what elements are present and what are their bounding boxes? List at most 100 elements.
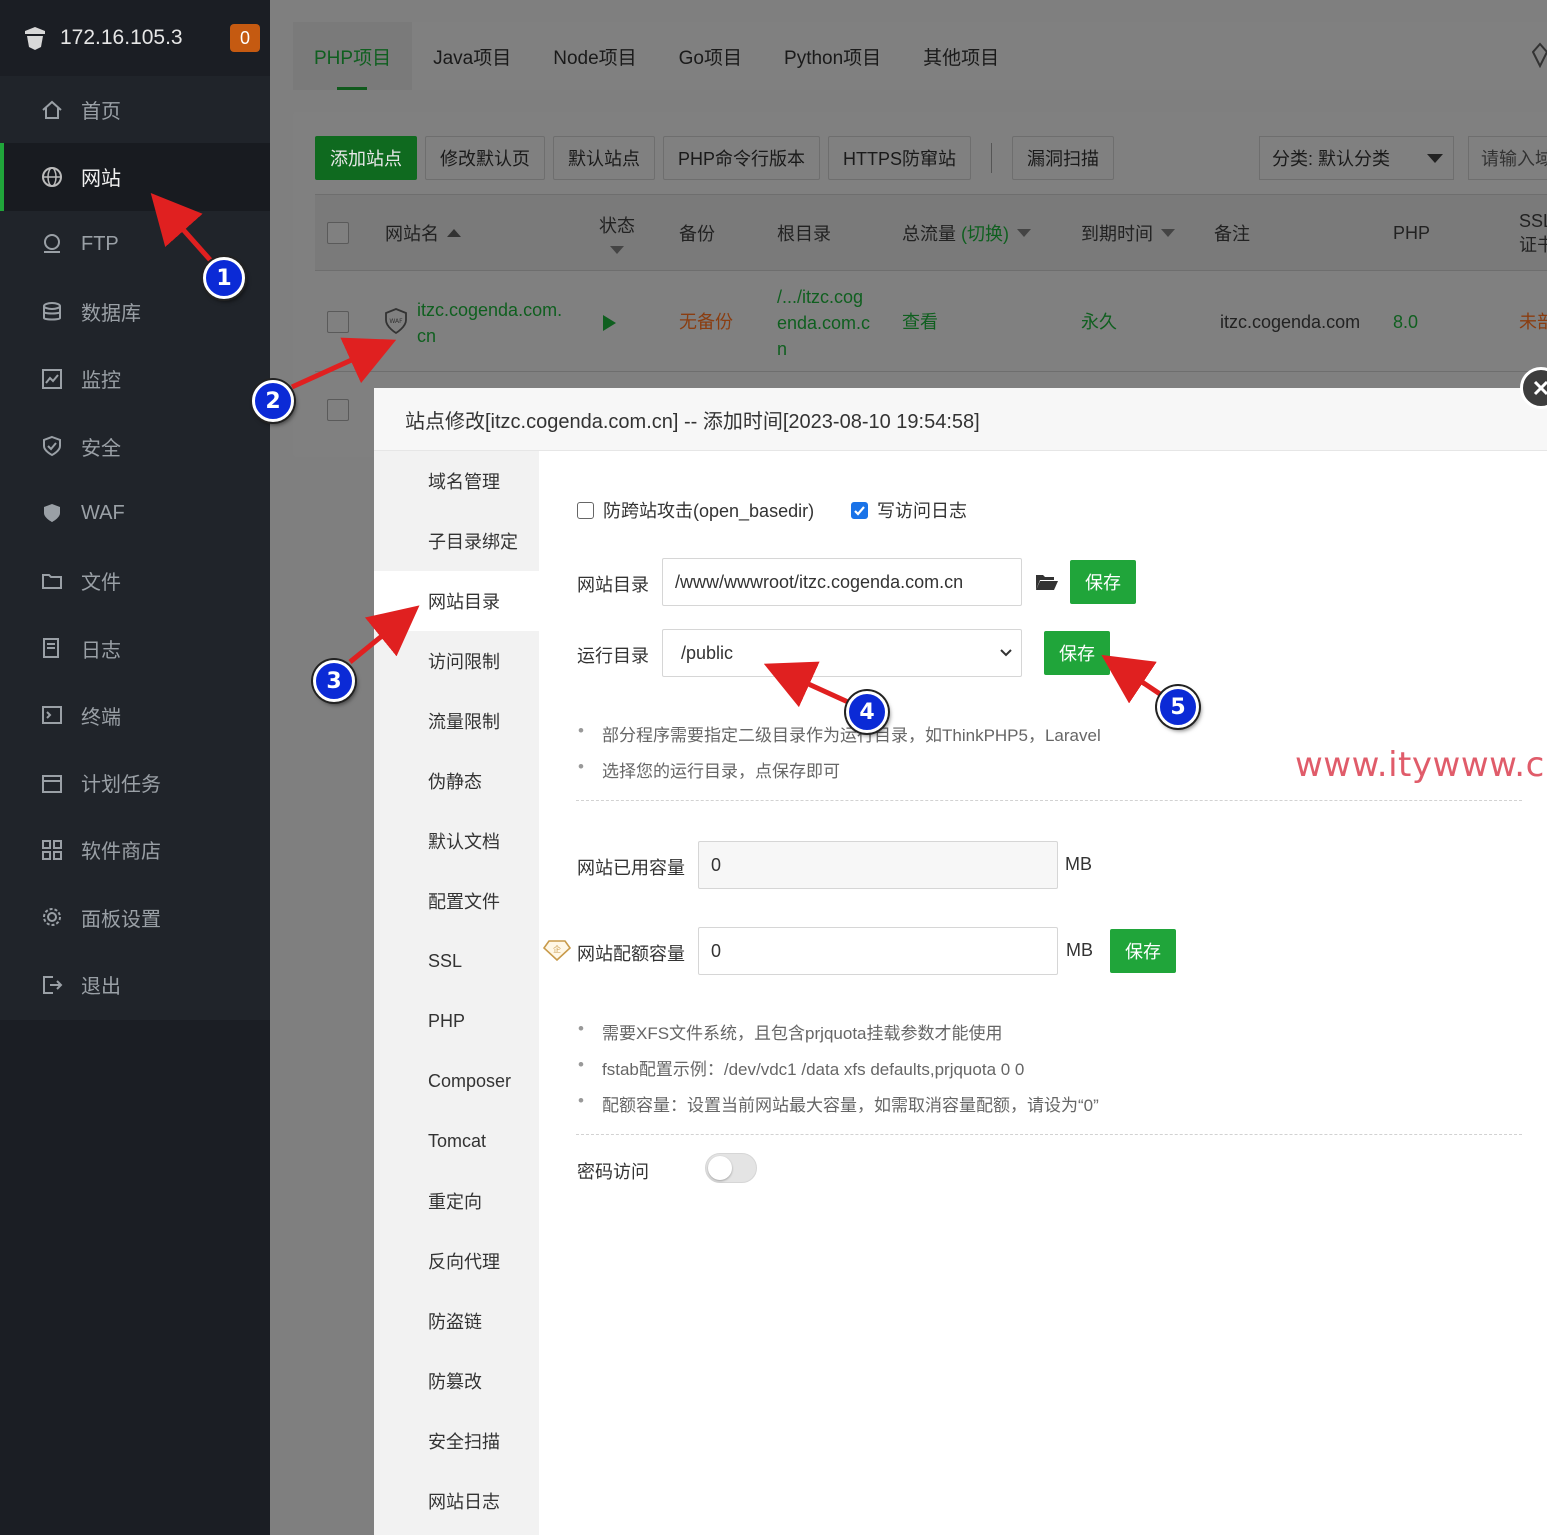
- sidebar-item-monitor[interactable]: 监控: [0, 345, 270, 412]
- edit-default-page-button[interactable]: 修改默认页: [425, 136, 545, 180]
- panel-logo-icon: [25, 27, 45, 50]
- dialog-nav-redirect[interactable]: 重定向: [374, 1171, 539, 1231]
- dialog-nav-composer[interactable]: Composer: [374, 1051, 539, 1111]
- root-dir-link[interactable]: /.../itzc.cog enda.com.c n: [777, 284, 870, 362]
- tab-python[interactable]: Python项目: [763, 22, 902, 90]
- waf-icon: [40, 501, 64, 525]
- dialog-nav-traffic-limit[interactable]: 流量限制: [374, 691, 539, 751]
- dialog-nav-site-dir[interactable]: 网站目录: [374, 571, 539, 631]
- dialog-nav-domain[interactable]: 域名管理: [374, 451, 539, 511]
- sidebar-item-label: 网站: [81, 168, 121, 191]
- expire-value[interactable]: 永久: [1081, 309, 1117, 335]
- run-dir-select[interactable]: /public: [662, 629, 1022, 677]
- col-php: PHP: [1393, 222, 1431, 243]
- site-name-link[interactable]: itzc.cogenda.com. cn: [417, 297, 562, 349]
- col-traffic[interactable]: 总流量 (切换): [902, 195, 1032, 271]
- save-quota-button[interactable]: 保存: [1110, 929, 1176, 973]
- traffic-view-link[interactable]: 查看: [902, 309, 938, 335]
- grid-icon: [40, 838, 64, 862]
- brand-header: 172.16.105.3 0: [0, 0, 270, 76]
- save-run-dir-button[interactable]: 保存: [1044, 631, 1110, 675]
- dialog-nav-default-doc[interactable]: 默认文档: [374, 811, 539, 871]
- gear-icon: [40, 905, 64, 929]
- sidebar-item-cron[interactable]: 计划任务: [0, 749, 270, 816]
- watermark-text: www.itywww.cn: [1295, 745, 1547, 785]
- dialog-nav-tomcat[interactable]: Tomcat: [374, 1111, 539, 1171]
- tab-node[interactable]: Node项目: [532, 22, 657, 90]
- run-dir-label: 运行目录: [577, 646, 649, 666]
- col-expire[interactable]: 到期时间: [1081, 195, 1175, 271]
- ssl-status[interactable]: 未部: [1519, 309, 1547, 335]
- dialog-nav-tamper[interactable]: 防篡改: [374, 1351, 539, 1411]
- default-site-button[interactable]: 默认站点: [553, 136, 655, 180]
- add-site-button[interactable]: 添加站点: [315, 136, 417, 180]
- sidebar-item-logout[interactable]: 退出: [0, 951, 270, 1018]
- dialog-nav-site-log[interactable]: 网站日志: [374, 1471, 539, 1531]
- sidebar-menu: 172.16.105.3 0 首页 网站 FTP 数据库 监控 安全 WAF 文…: [0, 0, 270, 1020]
- toggle-knob: [708, 1156, 732, 1180]
- sidebar-item-logs[interactable]: 日志: [0, 614, 270, 681]
- tab-java[interactable]: Java项目: [412, 22, 532, 90]
- tab-php[interactable]: PHP项目: [293, 22, 413, 90]
- note-value[interactable]: itzc.cogenda.com: [1220, 309, 1365, 335]
- annotation-marker-3: 3: [313, 660, 355, 702]
- backup-status[interactable]: 无备份: [679, 309, 733, 335]
- vuln-scan-button[interactable]: 漏洞扫描: [1012, 136, 1115, 180]
- sidebar-item-store[interactable]: 软件商店: [0, 816, 270, 883]
- anti-cross-site-checkbox[interactable]: 防跨站攻击(open_basedir): [577, 497, 814, 523]
- sidebar-item-settings[interactable]: 面板设置: [0, 884, 270, 951]
- used-capacity-unit: MB: [1065, 854, 1092, 874]
- dialog-nav-reverse-proxy[interactable]: 反向代理: [374, 1231, 539, 1291]
- select-all-checkbox[interactable]: [327, 222, 349, 244]
- col-ssl: SSL证书: [1519, 211, 1547, 255]
- sidebar-item-files[interactable]: 文件: [0, 547, 270, 614]
- sort-down-icon: [610, 246, 624, 254]
- sidebar-item-home[interactable]: 首页: [0, 76, 270, 143]
- col-site-name[interactable]: 网站名: [385, 195, 461, 271]
- sidebar-item-label: 首页: [81, 101, 121, 124]
- dialog-nav-config[interactable]: 配置文件: [374, 871, 539, 931]
- sidebar-item-terminal[interactable]: 终端: [0, 682, 270, 749]
- quota-tip: 配额容量：设置当前网站最大容量，如需取消容量配额，请设为“0”: [578, 1091, 1099, 1116]
- category-select[interactable]: 分类: 默认分类: [1259, 136, 1454, 180]
- https-guard-button[interactable]: HTTPS防窜站: [828, 136, 972, 180]
- php-cli-version-button[interactable]: PHP命令行版本: [663, 136, 821, 180]
- dialog-nav-ssl[interactable]: SSL: [374, 931, 539, 991]
- sidebar-item-website[interactable]: 网站: [0, 143, 270, 211]
- col-root-dir: 根目录: [777, 224, 831, 244]
- sort-down-icon: [1017, 229, 1032, 237]
- dialog-nav-security-scan[interactable]: 安全扫描: [374, 1411, 539, 1471]
- diamond-icon[interactable]: [1532, 42, 1547, 68]
- password-access-toggle[interactable]: [705, 1153, 757, 1183]
- tab-go[interactable]: Go项目: [658, 22, 763, 90]
- tab-other[interactable]: 其他项目: [902, 22, 1020, 90]
- write-access-log-checkbox[interactable]: 写访问日志: [851, 497, 967, 523]
- php-version[interactable]: 8.0: [1393, 309, 1418, 335]
- traffic-switch-link[interactable]: (切换): [961, 220, 1009, 246]
- site-table-header: 网站名 状态 备份 根目录 总流量 (切换) 到期时间 备注 PHP SSL证书: [315, 194, 1547, 270]
- quota-label: 网站配额容量: [577, 944, 685, 964]
- play-icon[interactable]: [603, 315, 616, 331]
- row-checkbox[interactable]: [327, 399, 349, 421]
- notification-badge[interactable]: 0: [230, 24, 260, 52]
- logout-icon: [40, 973, 64, 997]
- dialog-nav-subdir[interactable]: 子目录绑定: [374, 511, 539, 571]
- dialog-nav-php[interactable]: PHP: [374, 991, 539, 1051]
- sidebar-item-security[interactable]: 安全: [0, 412, 270, 479]
- sidebar-item-label: 文件: [81, 572, 121, 595]
- folder-open-icon[interactable]: [1035, 572, 1059, 592]
- row-checkbox[interactable]: [327, 311, 349, 333]
- site-search-input[interactable]: 请输入域: [1468, 136, 1547, 180]
- dialog-nav-access-limit[interactable]: 访问限制: [374, 631, 539, 691]
- dialog-nav-hotlink[interactable]: 防盗链: [374, 1291, 539, 1351]
- close-icon: [1533, 380, 1547, 396]
- svg-text:企: 企: [553, 944, 561, 954]
- col-status[interactable]: 状态: [599, 195, 635, 271]
- sidebar-item-waf[interactable]: WAF: [0, 480, 270, 547]
- quota-input[interactable]: 0: [698, 927, 1058, 975]
- dialog-nav: 域名管理 子目录绑定 网站目录 访问限制 流量限制 伪静态 默认文档 配置文件 …: [374, 451, 539, 1535]
- checkbox-box: [577, 501, 594, 519]
- site-dir-input[interactable]: /www/wwwroot/itzc.cogenda.com.cn: [662, 558, 1022, 606]
- dialog-nav-rewrite[interactable]: 伪静态: [374, 751, 539, 811]
- save-site-dir-button[interactable]: 保存: [1070, 560, 1136, 604]
